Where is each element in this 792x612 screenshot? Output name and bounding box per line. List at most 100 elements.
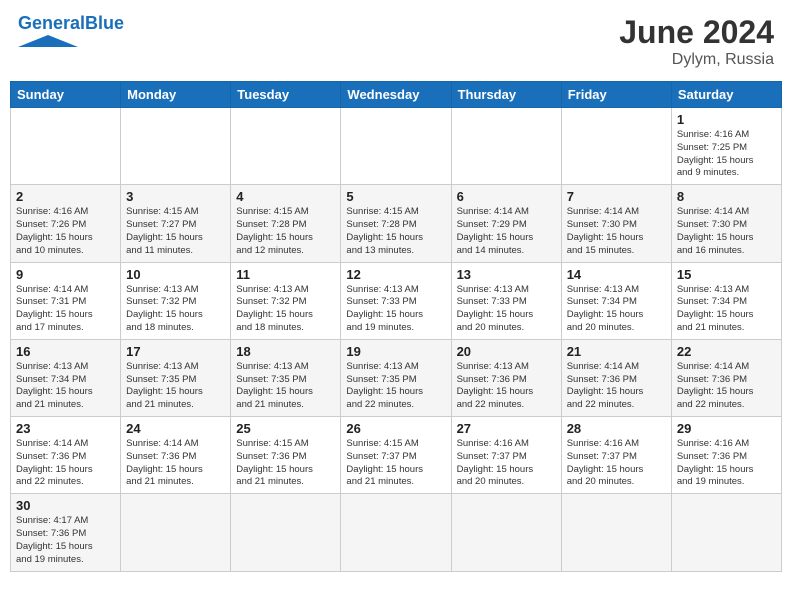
day-number: 3 — [126, 189, 225, 204]
day-info: Sunrise: 4:16 AM Sunset: 7:36 PM Dayligh… — [677, 438, 776, 489]
day-cell: 18 Sunrise: 4:13 AM Sunset: 7:35 PM Dayli… — [231, 339, 341, 416]
weekday-header-tuesday: Tuesday — [231, 82, 341, 108]
day-cell: 24 Sunrise: 4:14 AM Sunset: 7:36 PM Dayli… — [121, 417, 231, 494]
day-cell — [561, 494, 671, 571]
day-cell: 28 Sunrise: 4:16 AM Sunset: 7:37 PM Dayli… — [561, 417, 671, 494]
weekday-header-row: SundayMondayTuesdayWednesdayThursdayFrid… — [11, 82, 782, 108]
day-info: Sunrise: 4:15 AM Sunset: 7:27 PM Dayligh… — [126, 206, 225, 257]
day-cell: 17Sunrise: 4:13 AM Sunset: 7:35 PM Dayli… — [121, 339, 231, 416]
weekday-header-monday: Monday — [121, 82, 231, 108]
day-cell: 20Sunrise: 4:13 AM Sunset: 7:36 PM Dayli… — [451, 339, 561, 416]
logo-icon — [18, 35, 78, 47]
day-info: Sunrise: 4:13 AM Sunset: 7:33 PM Dayligh… — [457, 284, 556, 335]
weekday-header-thursday: Thursday — [451, 82, 561, 108]
day-info: Sunrise: 4:15 AM Sunset: 7:28 PM Dayligh… — [236, 206, 335, 257]
day-number: 25 — [236, 421, 335, 436]
day-number: 6 — [457, 189, 556, 204]
day-cell — [341, 108, 451, 185]
day-info: Sunrise: 4:14 AM Sunset: 7:36 PM Dayligh… — [677, 361, 776, 412]
day-cell: 10Sunrise: 4:13 AM Sunset: 7:32 PM Dayli… — [121, 262, 231, 339]
day-cell — [561, 108, 671, 185]
day-cell: 23Sunrise: 4:14 AM Sunset: 7:36 PM Dayli… — [11, 417, 121, 494]
day-number: 30 — [16, 498, 115, 513]
day-number: 12 — [346, 267, 445, 282]
day-number: 15 — [677, 267, 776, 282]
day-info: Sunrise: 4:13 AM Sunset: 7:35 PM Dayligh… — [126, 361, 225, 412]
day-cell — [11, 108, 121, 185]
day-number: 28 — [567, 421, 666, 436]
weekday-header-wednesday: Wednesday — [341, 82, 451, 108]
day-cell: 30 Sunrise: 4:17 AM Sunset: 7:36 PM Dayli… — [11, 494, 121, 571]
week-row-2: 9 Sunrise: 4:14 AM Sunset: 7:31 PM Daylig… — [11, 262, 782, 339]
day-cell: 1Sunrise: 4:16 AM Sunset: 7:25 PM Daylig… — [671, 108, 781, 185]
day-cell: 12Sunrise: 4:13 AM Sunset: 7:33 PM Dayli… — [341, 262, 451, 339]
day-cell: 26 Sunrise: 4:15 AM Sunset: 7:37 PM Dayli… — [341, 417, 451, 494]
day-info: Sunrise: 4:14 AM Sunset: 7:30 PM Dayligh… — [677, 206, 776, 257]
weekday-header-sunday: Sunday — [11, 82, 121, 108]
day-info: Sunrise: 4:16 AM Sunset: 7:37 PM Dayligh… — [457, 438, 556, 489]
day-cell: 15Sunrise: 4:13 AM Sunset: 7:34 PM Dayli… — [671, 262, 781, 339]
day-cell: 11 Sunrise: 4:13 AM Sunset: 7:32 PM Dayli… — [231, 262, 341, 339]
logo: GeneralBlue — [18, 14, 124, 52]
day-cell: 9 Sunrise: 4:14 AM Sunset: 7:31 PM Daylig… — [11, 262, 121, 339]
day-info: Sunrise: 4:15 AM Sunset: 7:28 PM Dayligh… — [346, 206, 445, 257]
day-number: 20 — [457, 344, 556, 359]
calendar-table: SundayMondayTuesdayWednesdayThursdayFrid… — [10, 81, 782, 572]
day-number: 13 — [457, 267, 556, 282]
day-cell: 6Sunrise: 4:14 AM Sunset: 7:29 PM Daylig… — [451, 185, 561, 262]
day-cell: 5Sunrise: 4:15 AM Sunset: 7:28 PM Daylig… — [341, 185, 451, 262]
day-info: Sunrise: 4:13 AM Sunset: 7:35 PM Dayligh… — [236, 361, 335, 412]
day-cell: 21Sunrise: 4:14 AM Sunset: 7:36 PM Dayli… — [561, 339, 671, 416]
day-number: 7 — [567, 189, 666, 204]
day-cell: 13 Sunrise: 4:13 AM Sunset: 7:33 PM Dayli… — [451, 262, 561, 339]
day-number: 16 — [16, 344, 115, 359]
day-cell: 29 Sunrise: 4:16 AM Sunset: 7:36 PM Dayli… — [671, 417, 781, 494]
day-cell — [121, 494, 231, 571]
day-cell — [671, 494, 781, 571]
day-cell: 25Sunrise: 4:15 AM Sunset: 7:36 PM Dayli… — [231, 417, 341, 494]
day-number: 4 — [236, 189, 335, 204]
day-number: 18 — [236, 344, 335, 359]
day-info: Sunrise: 4:14 AM Sunset: 7:30 PM Dayligh… — [567, 206, 666, 257]
day-number: 11 — [236, 267, 335, 282]
day-number: 9 — [16, 267, 115, 282]
day-number: 1 — [677, 112, 776, 127]
week-row-5: 30 Sunrise: 4:17 AM Sunset: 7:36 PM Dayli… — [11, 494, 782, 571]
day-info: Sunrise: 4:15 AM Sunset: 7:37 PM Dayligh… — [346, 438, 445, 489]
day-cell — [231, 494, 341, 571]
day-info: Sunrise: 4:13 AM Sunset: 7:34 PM Dayligh… — [16, 361, 115, 412]
day-cell — [451, 494, 561, 571]
day-number: 2 — [16, 189, 115, 204]
month-title: June 2024 — [619, 14, 774, 51]
day-number: 24 — [126, 421, 225, 436]
day-cell — [341, 494, 451, 571]
day-cell: 4 Sunrise: 4:15 AM Sunset: 7:28 PM Daylig… — [231, 185, 341, 262]
weekday-header-friday: Friday — [561, 82, 671, 108]
day-cell: 2Sunrise: 4:16 AM Sunset: 7:26 PM Daylig… — [11, 185, 121, 262]
day-cell — [231, 108, 341, 185]
day-cell: 3 Sunrise: 4:15 AM Sunset: 7:27 PM Daylig… — [121, 185, 231, 262]
day-info: Sunrise: 4:17 AM Sunset: 7:36 PM Dayligh… — [16, 515, 115, 566]
day-info: Sunrise: 4:14 AM Sunset: 7:36 PM Dayligh… — [126, 438, 225, 489]
day-info: Sunrise: 4:14 AM Sunset: 7:36 PM Dayligh… — [567, 361, 666, 412]
day-number: 27 — [457, 421, 556, 436]
day-cell: 7 Sunrise: 4:14 AM Sunset: 7:30 PM Daylig… — [561, 185, 671, 262]
day-cell: 16 Sunrise: 4:13 AM Sunset: 7:34 PM Dayli… — [11, 339, 121, 416]
day-info: Sunrise: 4:16 AM Sunset: 7:37 PM Dayligh… — [567, 438, 666, 489]
day-number: 23 — [16, 421, 115, 436]
day-info: Sunrise: 4:13 AM Sunset: 7:32 PM Dayligh… — [236, 284, 335, 335]
day-cell: 14Sunrise: 4:13 AM Sunset: 7:34 PM Dayli… — [561, 262, 671, 339]
weekday-header-saturday: Saturday — [671, 82, 781, 108]
day-info: Sunrise: 4:14 AM Sunset: 7:31 PM Dayligh… — [16, 284, 115, 335]
day-info: Sunrise: 4:13 AM Sunset: 7:32 PM Dayligh… — [126, 284, 225, 335]
day-number: 19 — [346, 344, 445, 359]
day-info: Sunrise: 4:13 AM Sunset: 7:34 PM Dayligh… — [567, 284, 666, 335]
logo-general: General — [18, 13, 85, 33]
day-cell — [451, 108, 561, 185]
day-number: 26 — [346, 421, 445, 436]
logo-text: GeneralBlue — [18, 14, 124, 34]
day-cell: 27 Sunrise: 4:16 AM Sunset: 7:37 PM Dayli… — [451, 417, 561, 494]
day-info: Sunrise: 4:13 AM Sunset: 7:35 PM Dayligh… — [346, 361, 445, 412]
day-number: 29 — [677, 421, 776, 436]
day-number: 22 — [677, 344, 776, 359]
